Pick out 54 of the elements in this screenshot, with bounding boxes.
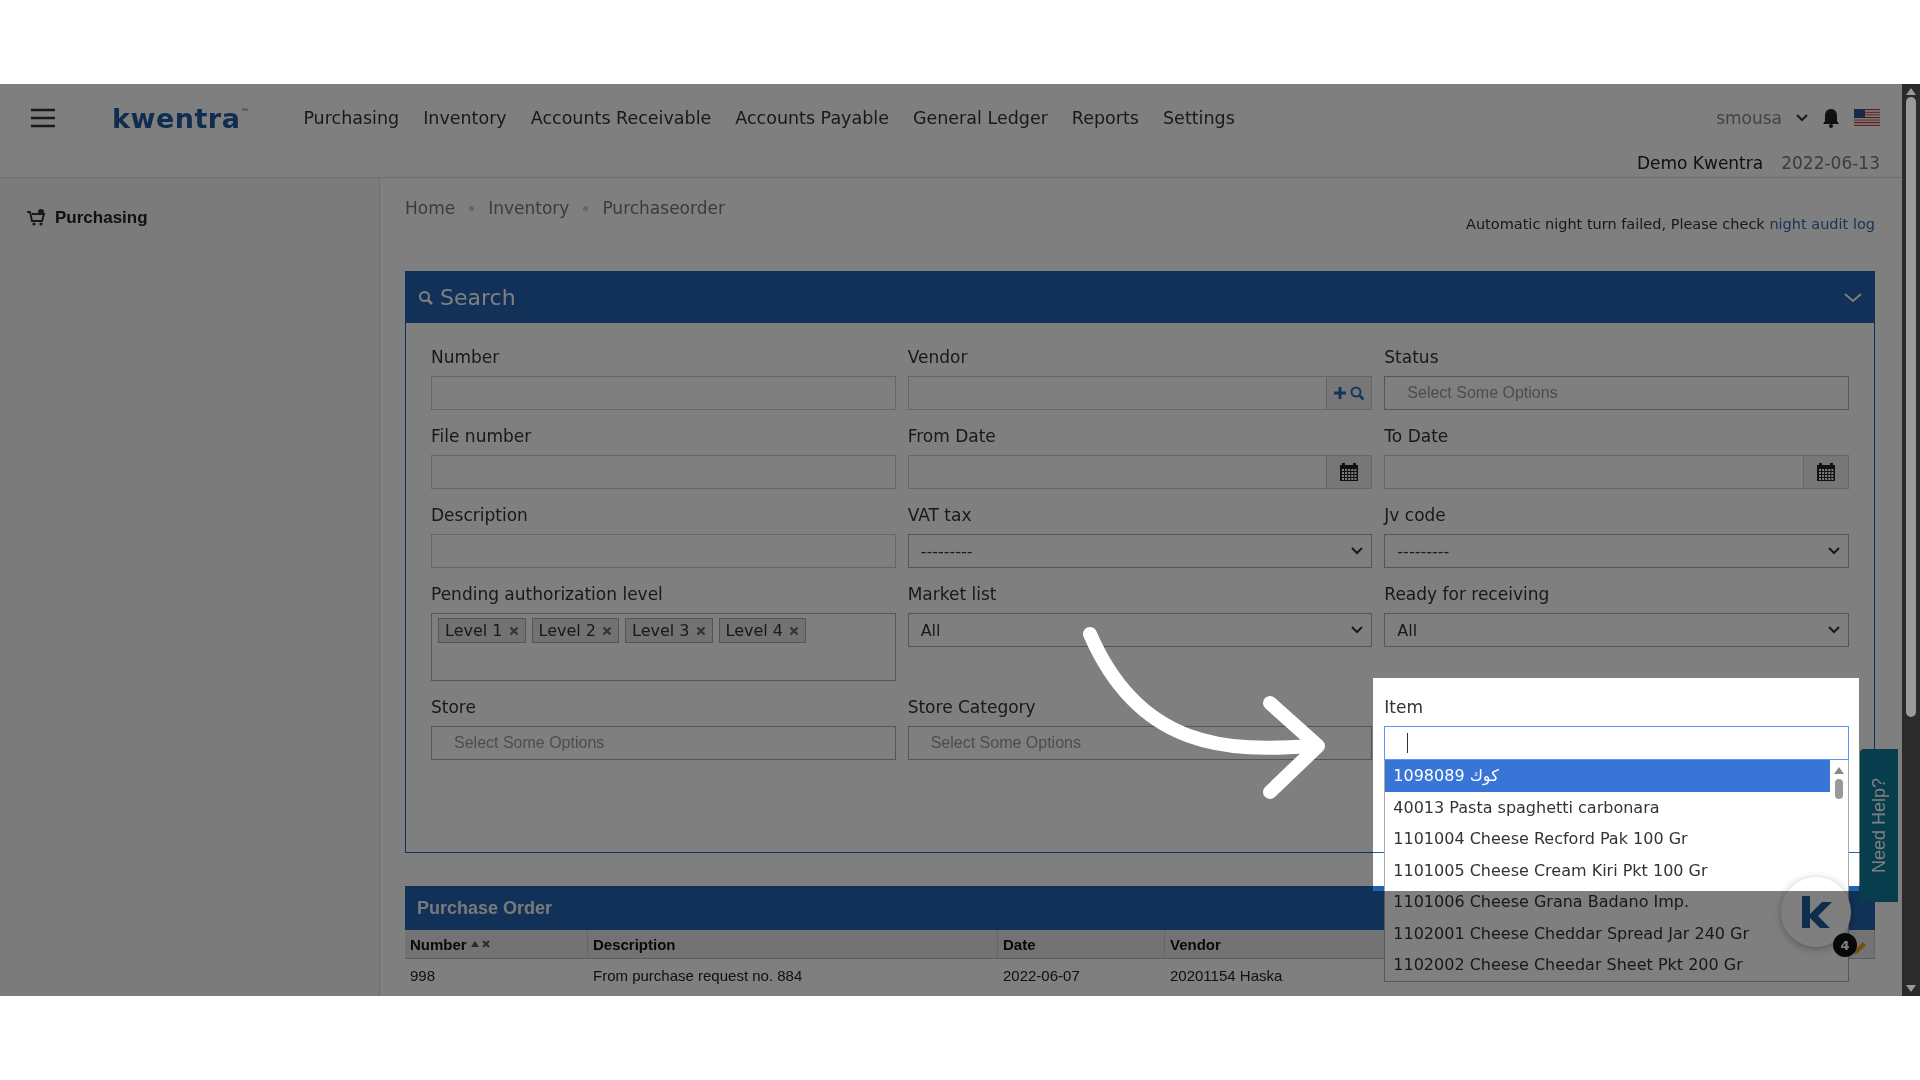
field-label: Item [1384,697,1425,719]
level-tag: Level 4 [718,618,806,643]
field-label: File number [431,426,533,448]
company-name: Demo Kwentra [1636,153,1764,173]
field-label: From Date [907,426,997,448]
select-value: All [920,620,941,640]
trademark: ™ [240,106,250,117]
field-label: Jv code [1384,505,1447,527]
panel-title: Search [440,285,516,310]
select-field[interactable]: All [907,613,1373,647]
field-label: Description [431,505,529,527]
nav-link[interactable]: Accounts Receivable [530,108,712,128]
field-label: Ready for receiving [1384,584,1551,606]
sidebar-item[interactable]: Purchasing [26,208,353,228]
field-label: Pending authorization level [431,584,664,606]
nav-link[interactable]: Inventory [423,108,507,128]
field-label: Vendor [907,347,969,369]
night-audit-notice: Automatic night turn failed, Please check night audit log [1466,216,1875,232]
select-field[interactable]: All [1384,613,1849,647]
level-tag: Level 3 [625,618,713,643]
nav-link[interactable]: General Ledger [912,108,1048,128]
nav-link[interactable]: Reports [1071,108,1139,128]
night-audit-link[interactable]: night audit log [1769,216,1875,232]
search-panel-header[interactable]: Search [406,272,1874,323]
select-value: --------- [920,541,973,561]
need-help-tab[interactable]: Need Help? [1860,749,1898,902]
select-field[interactable]: --------- [907,534,1373,568]
breadcrumb-link[interactable]: Purchaseorder [602,198,725,218]
brand-logo[interactable]: kwentra [112,102,241,134]
field-label: Status [1384,347,1440,369]
level-tag: Level 2 [531,618,619,643]
column-header[interactable]: Date [998,930,1165,959]
breadcrumb-link[interactable]: Home [405,198,456,218]
field-label: Store Category [907,697,1037,719]
field-label: Store [431,697,477,719]
dropdown-option[interactable]: 1098089 كوك [1385,760,1830,792]
nav-link[interactable]: Settings [1163,108,1235,128]
user-menu[interactable]: smousa [1716,108,1782,128]
field-label: To Date [1384,426,1450,448]
current-date: 2022-06-13 [1781,153,1880,173]
column-header[interactable]: Number [405,930,588,959]
field-label: VAT tax [907,505,973,527]
level-tag: Level 1 [438,618,526,643]
nav-link[interactable]: Purchasing [303,108,400,128]
select-field[interactable]: --------- [1384,534,1849,568]
select-value: --------- [1397,541,1450,561]
select-value: All [1397,620,1418,640]
field-label: Number [431,347,501,369]
field-label: Market list [907,584,998,606]
nav-link[interactable]: Accounts Payable [735,108,889,128]
tags-field[interactable]: Level 1 Level 2 Level 3 Level 4 [431,613,896,681]
breadcrumb-link[interactable]: Inventory [488,198,570,218]
table-title: Purchase Order [417,897,553,919]
column-header[interactable]: Description [588,930,998,959]
